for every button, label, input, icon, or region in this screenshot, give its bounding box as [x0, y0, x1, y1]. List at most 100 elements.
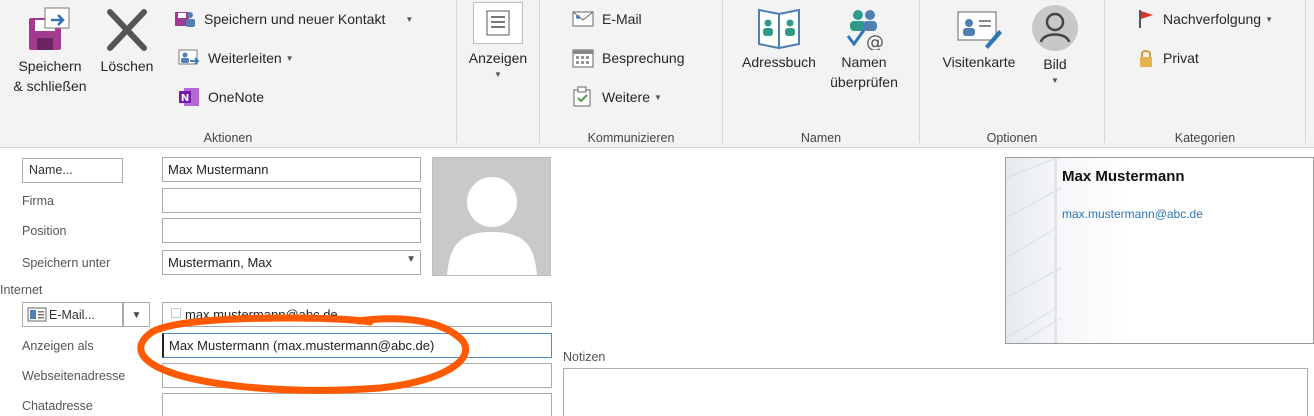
im-address-field[interactable] [162, 393, 552, 416]
onenote-icon: N [179, 88, 199, 106]
group-label-kategorien: Kategorien [1174, 131, 1236, 145]
save-and-close-button[interactable]: Speichern & schließen [6, 6, 94, 96]
save-and-close-label: Speichern & schließen [13, 58, 87, 94]
contact-photo[interactable] [432, 157, 551, 276]
business-card-preview: Max Mustermann max.mustermann@abc.de [1005, 157, 1314, 344]
show-label: Anzeigen [468, 50, 528, 66]
check-names-icon: @ [846, 10, 884, 50]
notes-label: Notizen [563, 350, 606, 364]
web-address-label: Webseitenadresse [22, 369, 126, 383]
private-button[interactable]: Privat [1137, 45, 1199, 71]
delete-x-icon [107, 9, 147, 51]
card-decoration [1006, 158, 1062, 343]
check-names-button[interactable]: @ Namen überprüfen [823, 6, 905, 92]
email-button[interactable]: E-Mail [572, 6, 642, 32]
chevron-down-icon[interactable]: ▼ [463, 68, 533, 82]
display-as-field[interactable]: Max Mustermann (max.mustermann@abc.de) [162, 333, 552, 358]
save-and-close-icon [29, 7, 70, 50]
person-silhouette-icon [447, 177, 537, 275]
ribbon: Speichern & schließen Löschen Speichern … [0, 0, 1314, 148]
file-as-value: Mustermann, Max [168, 255, 273, 270]
email-card-icon [27, 307, 47, 322]
chevron-down-icon[interactable]: ▼ [654, 93, 662, 102]
notes-textarea[interactable] [563, 368, 1308, 416]
chevron-down-icon[interactable]: ▼ [286, 54, 294, 63]
email-value: max.mustermann@abc.de [185, 307, 338, 322]
email-label: E-Mail [602, 11, 642, 27]
svg-text:N: N [181, 93, 189, 104]
check-names-label: Namen überprüfen [830, 54, 898, 90]
group-kategorien: Nachverfolgung ▼ Privat Kategorien [1105, 0, 1305, 148]
chevron-down-icon[interactable]: ▼ [1265, 15, 1273, 24]
delete-button[interactable]: Löschen [96, 6, 158, 76]
more-tasks-icon [573, 86, 591, 107]
email-type-dropdown[interactable]: ▼ [123, 302, 150, 327]
group-aktionen: Speichern & schließen Löschen Speichern … [0, 0, 456, 148]
group-anzeigen: Anzeigen ▼ [457, 0, 539, 148]
email-field[interactable]: max.mustermann@abc.de [162, 302, 552, 327]
business-card-label: Visitenkarte [942, 54, 1016, 70]
save-and-new-contact-label: Speichern und neuer Kontakt [204, 11, 386, 27]
business-card-button[interactable]: Visitenkarte [934, 6, 1024, 72]
dropdown-arrow-icon[interactable]: ▼ [406, 254, 416, 265]
flag-icon [1139, 10, 1153, 28]
lock-icon [1140, 50, 1152, 67]
web-address-field[interactable] [162, 363, 552, 388]
email-type-button[interactable]: E-Mail... [22, 302, 123, 327]
chevron-down-icon[interactable]: ▼ [1024, 74, 1086, 88]
group-namen: Adressbuch @ Namen überprüfen Namen [723, 0, 919, 148]
group-label-namen: Namen [800, 131, 842, 145]
save-and-new-contact-button[interactable]: Speichern und neuer Kontakt ▼ [174, 6, 413, 32]
group-kommunizieren: E-Mail Besprechung Weitere ▼ Kommunizier… [540, 0, 722, 148]
business-card-icon [957, 11, 1002, 49]
meeting-label: Besprechung [602, 50, 685, 66]
email-envelope-icon [572, 11, 594, 27]
more-label: Weitere [602, 89, 650, 105]
forward-contact-icon [178, 49, 200, 65]
picture-button[interactable]: Bild ▼ [1024, 4, 1086, 88]
meeting-button[interactable]: Besprechung [572, 45, 685, 71]
follow-up-button[interactable]: Nachverfolgung ▼ [1137, 6, 1273, 32]
display-as-label: Anzeigen als [22, 339, 94, 353]
company-field[interactable] [162, 188, 421, 213]
show-icon-frame [473, 2, 523, 44]
contact-page-icon [486, 10, 510, 36]
group-label-kommunizieren: Kommunizieren [587, 131, 675, 145]
position-field[interactable] [162, 218, 421, 243]
forward-button[interactable]: Weiterleiten ▼ [178, 45, 294, 71]
show-button[interactable]: Anzeigen ▼ [463, 2, 533, 82]
file-as-label: Speichern unter [22, 256, 111, 270]
chevron-down-icon[interactable]: ▼ [405, 15, 413, 24]
onenote-button[interactable]: N OneNote [178, 84, 264, 110]
onenote-label: OneNote [208, 89, 265, 105]
company-label: Firma [22, 194, 54, 208]
file-as-select[interactable]: Mustermann, Max ▼ [162, 250, 421, 275]
name-button[interactable]: Name... [22, 158, 123, 183]
svg-text:@: @ [866, 32, 884, 50]
calendar-icon [572, 49, 594, 68]
save-new-contact-icon [175, 12, 195, 27]
address-book-label: Adressbuch [742, 54, 816, 70]
card-name: Max Mustermann [1062, 168, 1185, 185]
address-book-button[interactable]: Adressbuch [737, 6, 821, 72]
email-type-label: E-Mail... [49, 308, 95, 322]
follow-up-label: Nachverfolgung [1163, 11, 1262, 27]
position-label: Position [22, 224, 67, 238]
email-checkbox-icon[interactable] [171, 308, 181, 318]
contact-picture-icon [1032, 5, 1078, 51]
card-email: max.mustermann@abc.de [1062, 207, 1203, 221]
picture-label: Bild [1043, 56, 1067, 72]
delete-label: Löschen [100, 58, 154, 74]
im-address-label: Chatadresse [22, 399, 93, 413]
forward-label: Weiterleiten [208, 50, 282, 66]
more-button[interactable]: Weitere ▼ [572, 84, 662, 110]
group-separator [1305, 0, 1306, 143]
group-optionen: Visitenkarte Bild ▼ Optionen [920, 0, 1104, 148]
full-name-field[interactable]: Max Mustermann [162, 157, 421, 182]
chevron-down-icon: ▼ [131, 310, 142, 321]
group-label-aktionen: Aktionen [203, 131, 253, 145]
private-label: Privat [1163, 50, 1199, 66]
group-label-optionen: Optionen [986, 131, 1038, 145]
address-book-icon [758, 8, 800, 50]
internet-section-label: Internet [0, 283, 43, 297]
